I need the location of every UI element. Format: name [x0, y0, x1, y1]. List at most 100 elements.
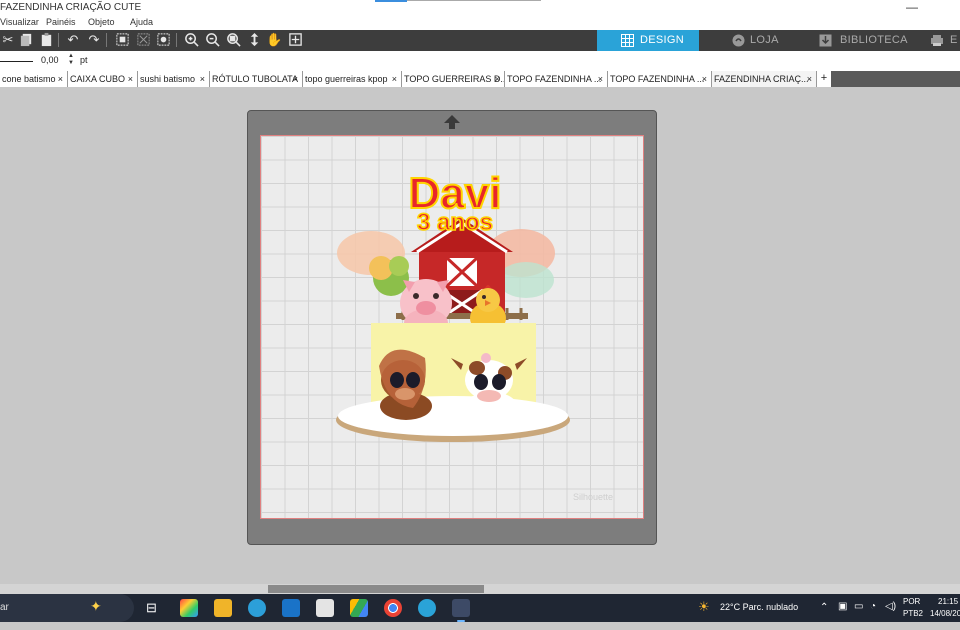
doc-tab-label: RÓTULO TUBOLATA: [212, 74, 299, 84]
lang-bottom: PTB2: [903, 609, 924, 618]
menu-objeto[interactable]: Objeto: [88, 17, 115, 27]
add-tab-button[interactable]: +: [817, 71, 831, 87]
close-icon[interactable]: ×: [200, 71, 205, 87]
close-icon[interactable]: ×: [807, 71, 812, 87]
cut-icon[interactable]: ✂: [0, 32, 16, 48]
doc-tab-label: cone batismo: [2, 74, 56, 84]
doc-tab-label: CAIXA CUBO: [70, 74, 126, 84]
lang-top: POR: [903, 597, 921, 606]
copy-icon[interactable]: [18, 32, 34, 48]
doc-tab-active[interactable]: FAZENDINHA CRIAÇ... ×: [712, 71, 817, 87]
close-icon[interactable]: ×: [58, 71, 63, 87]
horizontal-scrollbar[interactable]: [0, 584, 960, 594]
undo-icon[interactable]: ↶: [65, 32, 81, 48]
title-divider: [407, 0, 541, 1]
outlook-icon[interactable]: [282, 599, 300, 617]
grid-icon: [621, 34, 634, 47]
pan-hand-icon[interactable]: ✋: [266, 32, 282, 48]
title-accent: [375, 0, 407, 2]
doc-tab[interactable]: cone batismo ×: [0, 71, 68, 87]
weather-widget[interactable]: ☀ 22°C Parc. nublado: [698, 594, 818, 622]
wifi-icon[interactable]: ◔: [870, 601, 876, 629]
menu-visualizar[interactable]: Visualizar: [0, 17, 39, 27]
doc-tab[interactable]: TOPO GUERREIRAS D... ×: [402, 71, 505, 87]
minimize-button[interactable]: —: [906, 0, 918, 14]
weather-text: 22°C Parc. nublado: [720, 602, 799, 612]
clock-date: 14/08/20: [930, 609, 960, 618]
tray-chevron-icon[interactable]: ⌃: [820, 602, 828, 630]
nav-store-tab[interactable]: LOJA: [700, 30, 808, 51]
nav-design-tab[interactable]: DESIGN: [597, 30, 699, 51]
language-indicator[interactable]: POR PTB2: [903, 594, 929, 622]
nav-send-tab[interactable]: E: [918, 30, 960, 51]
zoom-select-icon[interactable]: [225, 32, 241, 48]
close-icon[interactable]: ×: [128, 71, 133, 87]
zoom-in-icon[interactable]: [183, 32, 199, 48]
copilot-sparkle-icon[interactable]: ✦: [90, 598, 102, 615]
line-style-preview[interactable]: [0, 61, 33, 62]
close-icon[interactable]: ×: [598, 71, 603, 87]
nav-design-label: DESIGN: [640, 34, 684, 46]
doc-tab-label: TOPO FAZENDINHA ...: [610, 74, 705, 84]
ungroup-icon[interactable]: [135, 32, 151, 48]
doc-tab[interactable]: TOPO FAZENDINHA ... ×: [608, 71, 712, 87]
clock[interactable]: 21:15 14/08/20: [930, 594, 960, 622]
printer-icon: [930, 34, 944, 47]
menu-paineis[interactable]: Painéis: [46, 17, 76, 27]
search-text: ar: [0, 602, 9, 613]
close-icon[interactable]: ×: [495, 71, 500, 87]
scrollbar-thumb[interactable]: [268, 585, 484, 593]
doc-tab-label: TOPO GUERREIRAS D...: [404, 74, 505, 84]
doc-tab[interactable]: CAIXA CUBO ×: [68, 71, 138, 87]
doc-tab-label: FAZENDINHA CRIAÇ...: [714, 74, 809, 84]
close-icon[interactable]: ×: [702, 71, 707, 87]
nav-store-label: LOJA: [750, 34, 779, 46]
document-tab-bar: cone batismo × CAIXA CUBO × sushi batismo ×…: [0, 71, 960, 87]
doc-tab-label: topo guerreiras kpop: [305, 74, 388, 84]
cut-area[interactable]: Davi 3 anos Silhouette: [260, 135, 644, 519]
paste-icon[interactable]: [38, 32, 54, 48]
chrome-icon[interactable]: [384, 599, 402, 617]
telegram-icon[interactable]: [418, 599, 436, 617]
download-icon: [819, 34, 832, 47]
volume-icon[interactable]: ◁): [885, 601, 896, 629]
doc-tab[interactable]: RÓTULO TUBOLATA ×: [210, 71, 303, 87]
redo-icon[interactable]: ↷: [86, 32, 102, 48]
group-icon[interactable]: [114, 32, 130, 48]
doc-tab[interactable]: topo guerreiras kpop ×: [303, 71, 402, 87]
line-width-stepper[interactable]: ▲ ▼: [68, 53, 74, 67]
menu-ajuda[interactable]: Ajuda: [130, 17, 153, 27]
tray-devices-icon[interactable]: ▣: [838, 601, 847, 629]
topper-age-text: 3 anos: [417, 209, 493, 236]
nav-library-tab[interactable]: BIBLIOTECA: [809, 30, 917, 51]
silhouette-app-icon[interactable]: [248, 599, 266, 617]
close-icon[interactable]: ×: [392, 71, 397, 87]
drag-zoom-icon[interactable]: [246, 32, 262, 48]
copilot-app-icon[interactable]: [180, 599, 198, 617]
file-explorer-icon[interactable]: [214, 599, 232, 617]
fit-page-icon[interactable]: [287, 32, 303, 48]
cake-topper-artwork[interactable]: Davi 3 anos: [331, 168, 576, 460]
weather-icon: ☀: [698, 599, 710, 614]
close-icon[interactable]: ×: [293, 71, 298, 87]
silhouette-studio-icon[interactable]: [452, 599, 470, 617]
nav-send-label: E: [950, 34, 958, 46]
compound-path-icon[interactable]: [155, 32, 171, 48]
doc-tab-label: TOPO FAZENDINHA ...: [507, 74, 602, 84]
watermark-text: Silhouette: [573, 492, 614, 502]
zoom-out-icon[interactable]: [204, 32, 220, 48]
property-bar: 0,00 ▲ ▼ pt: [0, 51, 960, 71]
toolbar-divider: [106, 33, 107, 47]
task-view-icon[interactable]: ⊟: [146, 600, 157, 616]
google-drive-icon[interactable]: [350, 599, 368, 617]
doc-tab[interactable]: TOPO FAZENDINHA ... ×: [505, 71, 608, 87]
store-app-icon[interactable]: [316, 599, 334, 617]
battery-icon[interactable]: ▭: [854, 601, 863, 629]
nav-library-label: BIBLIOTECA: [840, 34, 908, 46]
line-width-unit: pt: [80, 55, 88, 65]
doc-tab[interactable]: sushi batismo ×: [138, 71, 210, 87]
line-width-input[interactable]: 0,00: [41, 55, 59, 65]
feed-direction-arrow-icon: [444, 115, 460, 129]
toolbar-divider: [176, 33, 177, 47]
taskbar-search-box[interactable]: ar ✦: [0, 594, 134, 622]
